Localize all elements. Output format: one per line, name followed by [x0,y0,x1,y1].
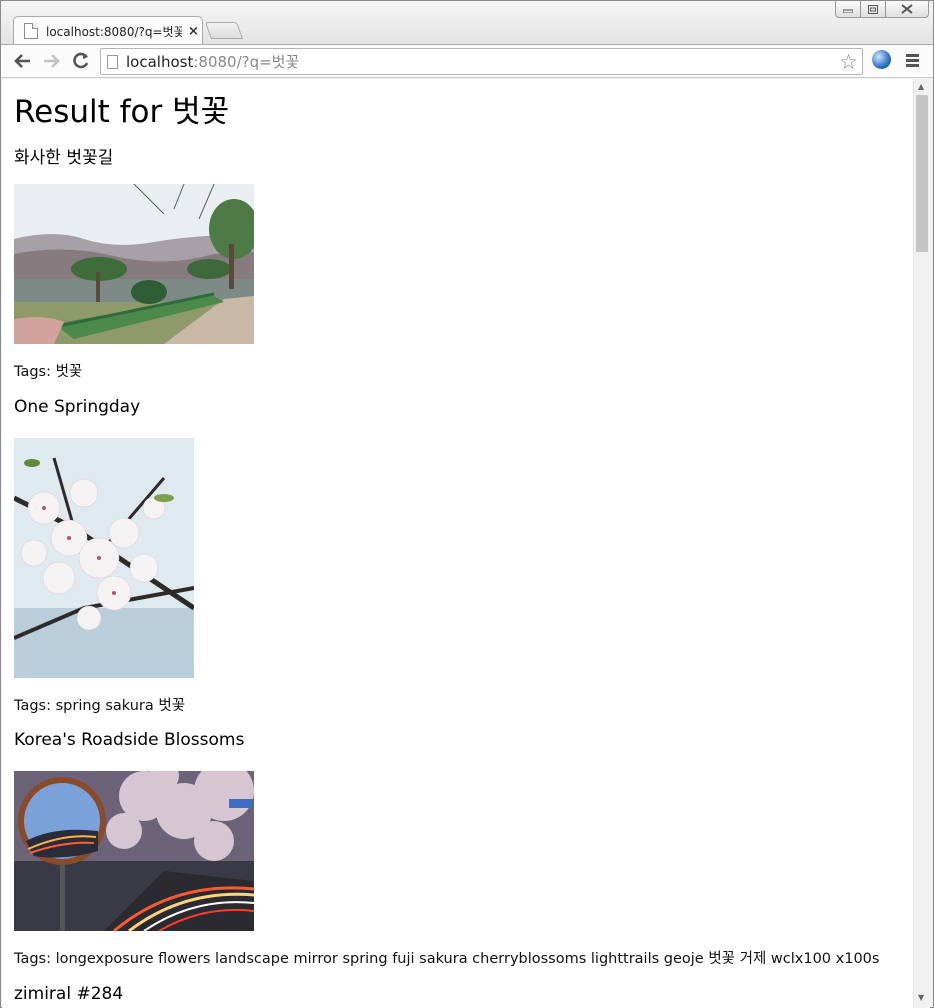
page-icon [107,54,118,69]
browser-window: localhost:8080/?q=벗꽃 × localhost:8080/?q… [0,0,934,1008]
restore-icon [868,4,878,14]
tab-title: localhost:8080/?q=벗꽃 [46,24,182,39]
result-photo [14,438,194,678]
browser-tab[interactable]: localhost:8080/?q=벗꽃 × [13,16,203,45]
roadside-blossoms-mirror-photo [14,771,254,931]
page-viewport: Result for 벗꽃 화사한 벗꽃길 Tags: 벗꽃 One Sprin… [2,79,913,1008]
vertical-scrollbar[interactable]: ▲ ▼ [913,79,930,1008]
result-title: One Springday [14,397,141,417]
scroll-up-icon[interactable]: ▲ [918,82,924,91]
result-title: zimiral #284 [14,984,124,1004]
bookmark-star-icon[interactable]: ☆ [839,50,858,74]
url-host: localhost [126,52,194,71]
close-icon [901,4,913,14]
cherry-blossom-road-photo [14,184,254,344]
result-tags: Tags: spring sakura 벗꽃 [14,698,186,714]
result-photo [14,184,254,344]
forward-arrow-icon [44,54,60,68]
reload-icon [73,52,89,69]
back-arrow-icon [14,54,30,68]
address-bar[interactable]: localhost:8080/?q=벗꽃 ☆ [100,48,863,75]
window-controls [835,1,929,18]
forward-button[interactable] [41,50,63,72]
maximize-button[interactable] [860,1,886,18]
minimize-icon [843,9,853,13]
result-tags: Tags: 벗꽃 [14,364,83,380]
minimize-button[interactable] [835,1,861,18]
url-query: :8080/?q=벗꽃 [193,53,300,71]
new-tab-button[interactable] [204,22,244,39]
scroll-thumb[interactable] [916,95,928,252]
globe-icon[interactable] [872,50,891,69]
cherry-blossom-branch-photo [14,438,194,678]
close-window-button[interactable] [885,1,929,18]
result-tags: Tags: longexposure flowers landscape mir… [14,951,880,967]
page-icon [24,23,38,39]
tab-close-icon[interactable]: × [188,24,199,39]
toolbar: localhost:8080/?q=벗꽃 ☆ [1,44,933,78]
result-photo [14,771,254,931]
result-title: Korea's Roadside Blossoms [14,730,245,750]
title-bar: localhost:8080/?q=벗꽃 × [1,1,933,45]
scroll-down-icon[interactable]: ▼ [918,993,924,1002]
result-title: 화사한 벗꽃길 [14,148,114,168]
menu-icon[interactable] [906,54,919,69]
page-title: Result for 벗꽃 [14,94,230,130]
reload-button[interactable] [70,50,92,72]
back-button[interactable] [11,50,33,72]
